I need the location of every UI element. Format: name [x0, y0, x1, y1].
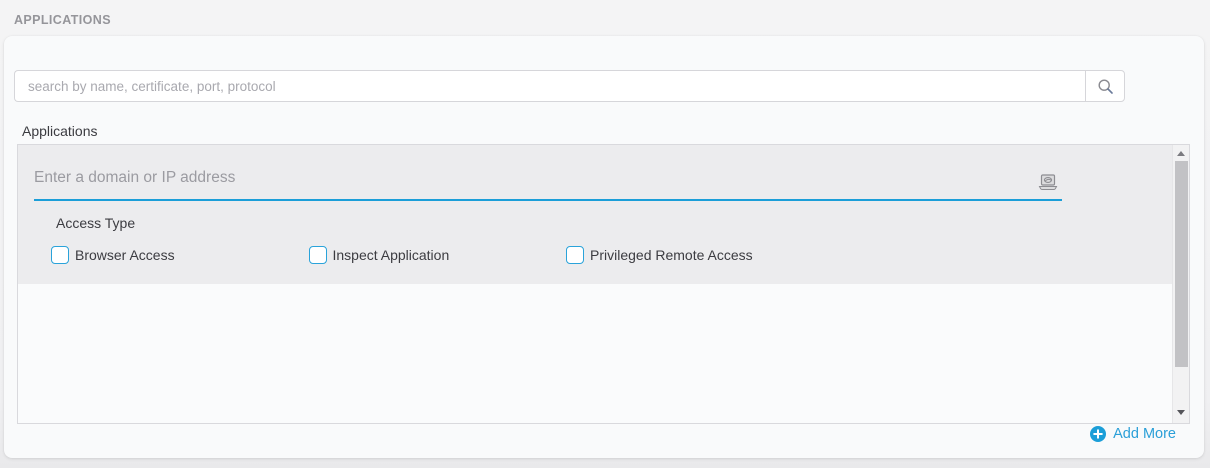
- checkbox-inspect-application[interactable]: Inspect Application: [308, 246, 567, 264]
- scroll-down-arrow-icon[interactable]: [1177, 410, 1185, 415]
- scrollbar-thumb[interactable]: [1174, 161, 1188, 367]
- application-entry-row: Access Type Browser Access Inspect Appli…: [18, 145, 1172, 284]
- domain-field-wrap: [34, 161, 1062, 201]
- plus-circle-icon: [1090, 426, 1107, 442]
- checkbox-label: Privileged Remote Access: [590, 247, 753, 263]
- page-title: APPLICATIONS: [14, 13, 111, 27]
- add-more-button[interactable]: Add More: [1090, 426, 1176, 442]
- search-bar: [14, 70, 1125, 102]
- laptop-icon[interactable]: [1038, 174, 1058, 191]
- checkbox-privileged-remote-access[interactable]: Privileged Remote Access: [566, 246, 824, 264]
- checkbox-browser-access[interactable]: Browser Access: [51, 246, 309, 264]
- checkbox-label: Browser Access: [75, 247, 175, 263]
- panel-scrollbar[interactable]: [1172, 145, 1189, 423]
- scroll-up-arrow-icon[interactable]: [1177, 151, 1185, 156]
- applications-section-label: Applications: [22, 123, 98, 139]
- search-input[interactable]: [14, 70, 1085, 102]
- access-type-label: Access Type: [56, 215, 136, 231]
- checkbox-box[interactable]: [566, 246, 584, 264]
- search-button[interactable]: [1085, 70, 1125, 102]
- domain-input[interactable]: [34, 161, 1062, 199]
- access-type-options: Browser Access Inspect Application Privi…: [51, 246, 1172, 264]
- search-icon: [1097, 78, 1114, 95]
- add-more-label: Add More: [1113, 426, 1176, 442]
- checkbox-box[interactable]: [51, 246, 69, 264]
- applications-card: Applications Access Type Brow: [4, 36, 1204, 458]
- checkbox-box[interactable]: [308, 246, 327, 264]
- checkbox-label: Inspect Application: [332, 247, 450, 263]
- applications-list-panel: Access Type Browser Access Inspect Appli…: [17, 144, 1190, 424]
